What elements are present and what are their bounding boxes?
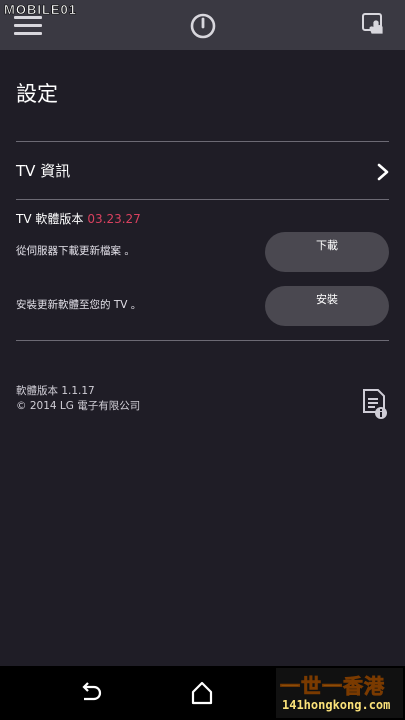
divider [16, 340, 389, 341]
banner-main-text: 一世一香港 [280, 674, 385, 699]
download-description: 從伺服器下載更新檔案 。 [16, 245, 135, 257]
tv-info-row[interactable]: TV 資訊 [0, 142, 405, 200]
settings-screen: MOBILE01 設定 TV 資訊 TV 軟體版本 03.23.27 從伺服器下載… [0, 0, 405, 720]
watermark-banner: 一世一香港 141hongkong.com [276, 668, 403, 718]
touch-remote-icon[interactable] [360, 10, 390, 40]
tv-software-version-value: 03.23.27 [87, 212, 141, 226]
banner-sub-text: 141hongkong.com [282, 698, 391, 712]
divider [16, 199, 389, 200]
watermark-logo: MOBILE01 [4, 2, 78, 18]
chevron-right-icon [377, 163, 389, 181]
page-title: 設定 [16, 82, 58, 106]
tv-software-version-label: TV 軟體版本 03.23.27 [16, 210, 141, 227]
back-icon[interactable] [78, 682, 102, 704]
home-icon[interactable] [191, 681, 213, 705]
install-description: 安裝更新軟體至您的 TV 。 [16, 299, 142, 311]
download-button[interactable]: 下載 [265, 232, 389, 272]
copyright-text: © 2014 LG 電子有限公司 [16, 400, 141, 412]
document-info-icon[interactable] [362, 388, 388, 420]
app-version-text: 軟體版本 1.1.17 [16, 385, 95, 397]
install-button[interactable]: 安裝 [265, 286, 389, 326]
tv-info-label: TV 資訊 [16, 162, 71, 180]
power-icon[interactable] [189, 12, 217, 40]
tv-software-label-text: TV 軟體版本 [16, 212, 84, 226]
